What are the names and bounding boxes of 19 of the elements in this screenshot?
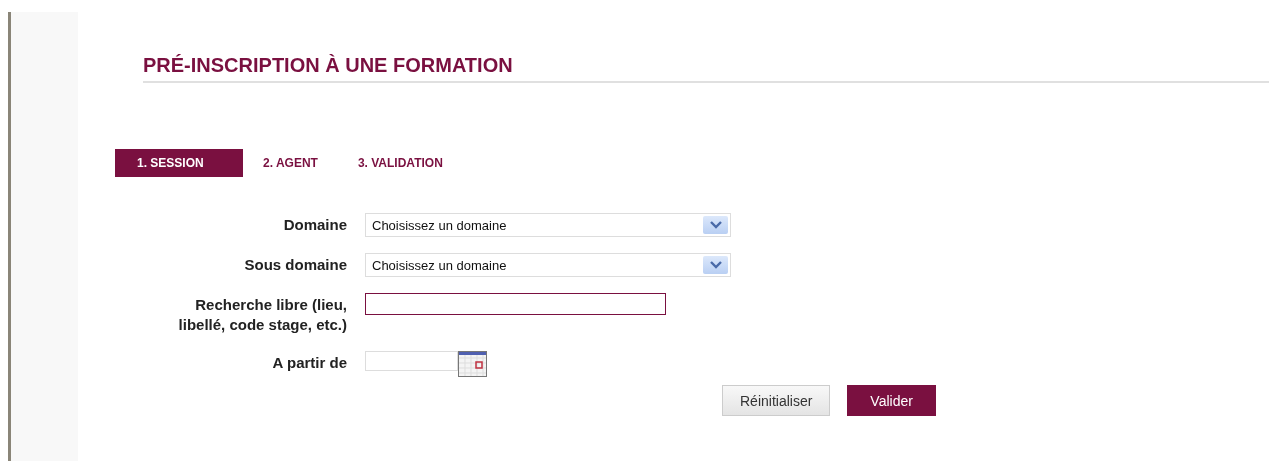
step-tab[interactable]: 3. VALIDATION [337, 149, 463, 177]
step-tab[interactable]: 2. AGENT [243, 149, 338, 177]
page-title: PRÉ-INSCRIPTION À UNE FORMATION [143, 54, 1269, 83]
dropdown-value: Choisissez un domaine [372, 257, 507, 273]
search-field[interactable] [365, 293, 666, 315]
step-tab[interactable]: 1. SESSION [115, 149, 243, 177]
field-label: Recherche libre (lieu, libellé, code stage, etc.) [177, 295, 347, 335]
dropdown-value: Choisissez un domaine [372, 217, 507, 233]
field-label: A partir de [271, 353, 347, 373]
dropdown[interactable]: Choisissez un domaine [365, 213, 731, 237]
chevron-down-icon [703, 256, 728, 274]
field-label: Domaine [282, 215, 347, 235]
chevron-down-icon [703, 216, 728, 234]
submit-button[interactable]: Valider [847, 385, 936, 416]
dropdown[interactable]: Choisissez un domaine [365, 253, 731, 277]
date-field[interactable] [365, 351, 458, 371]
reset-button[interactable]: Réinitialiser [722, 385, 831, 416]
field-label: Sous domaine [243, 255, 347, 275]
calendar-icon[interactable] [458, 351, 487, 377]
